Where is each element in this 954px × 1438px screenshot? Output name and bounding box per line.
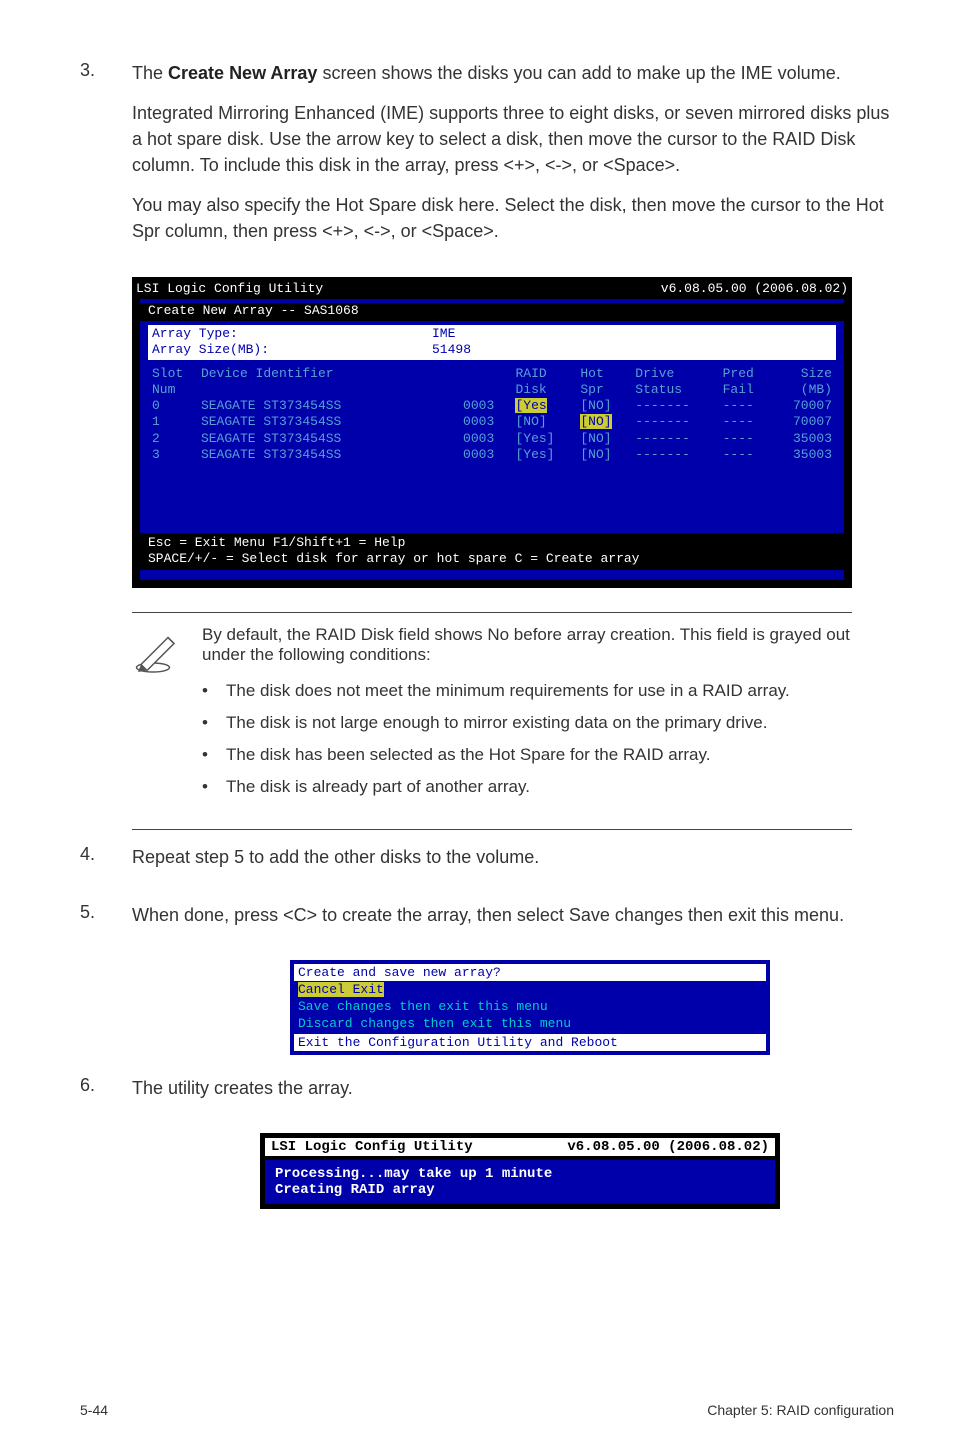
note-bullet-4: The disk is already part of another arra… [226,777,530,797]
bios-subtitle: Create New Array -- SAS1068 [140,303,844,321]
bios-screen: LSI Logic Config Utility v6.08.05.00 (20… [132,277,852,588]
save-opt2[interactable]: Discard changes then exit this menu [294,1015,766,1032]
processing-box: LSI Logic Config Utility v6.08.05.00 (20… [260,1133,780,1209]
step6-para: The utility creates the array. [132,1075,894,1101]
step3-para3: You may also specify the Hot Spare disk … [132,192,894,244]
proc-title: LSI Logic Config Utility [271,1139,567,1155]
chapter-title: Chapter 5: RAID configuration [487,1402,894,1418]
note-bullet-3: The disk has been selected as the Hot Sp… [226,745,710,765]
step5-para: When done, press <C> to create the array… [132,902,894,928]
save-foot: Exit the Configuration Utility and Reboo… [294,1034,766,1051]
proc-line1: Processing...may take up 1 minute [275,1166,765,1182]
table-row: 3SEAGATE ST373454SS0003[Yes][NO]--------… [148,447,836,463]
step4-para: Repeat step 5 to add the other disks to … [132,844,894,870]
proc-line2: Creating RAID array [275,1182,765,1198]
step-number: 6. [80,1075,132,1115]
save-cancel[interactable]: Cancel Exit [298,982,384,997]
step-number: 4. [80,844,132,884]
note-bullet-1: The disk does not meet the minimum requi… [226,681,790,701]
step-number: 3. [80,60,132,259]
bios-disk-table: Slot Device Identifier RAID Hot Drive Pr… [148,366,836,464]
bios-title: LSI Logic Config Utility [136,281,492,297]
step-number: 5. [80,902,132,942]
proc-version: v6.08.05.00 (2006.08.02) [567,1139,769,1155]
note-pencil-icon [132,613,202,809]
note-lead: By default, the RAID Disk field shows No… [202,625,894,665]
bios-version: v6.08.05.00 (2006.08.02) [492,281,848,297]
save-opt1[interactable]: Save changes then exit this menu [294,998,766,1015]
step3-para1: The Create New Array screen shows the di… [132,60,894,86]
table-row: 0SEAGATE ST373454SS0003[Yes[NO]---------… [148,398,836,414]
array-type-row: Array Type: Array Size(MB): IME 51498 [148,325,836,360]
page-number: 5-44 [80,1402,487,1418]
bios-foot2: SPACE/+/- = Select disk for array or hot… [148,551,836,567]
note-bullet-2: The disk is not large enough to mirror e… [226,713,767,733]
table-row: 1SEAGATE ST373454SS0003[NO][NO]---------… [148,414,836,430]
table-row: 2SEAGATE ST373454SS0003[Yes][NO]--------… [148,431,836,447]
step3-para2: Integrated Mirroring Enhanced (IME) supp… [132,100,894,178]
save-title: Create and save new array? [294,964,766,981]
bios-foot1: Esc = Exit Menu F1/Shift+1 = Help [148,535,836,551]
save-dialog: Create and save new array? Cancel Exit S… [290,960,770,1055]
